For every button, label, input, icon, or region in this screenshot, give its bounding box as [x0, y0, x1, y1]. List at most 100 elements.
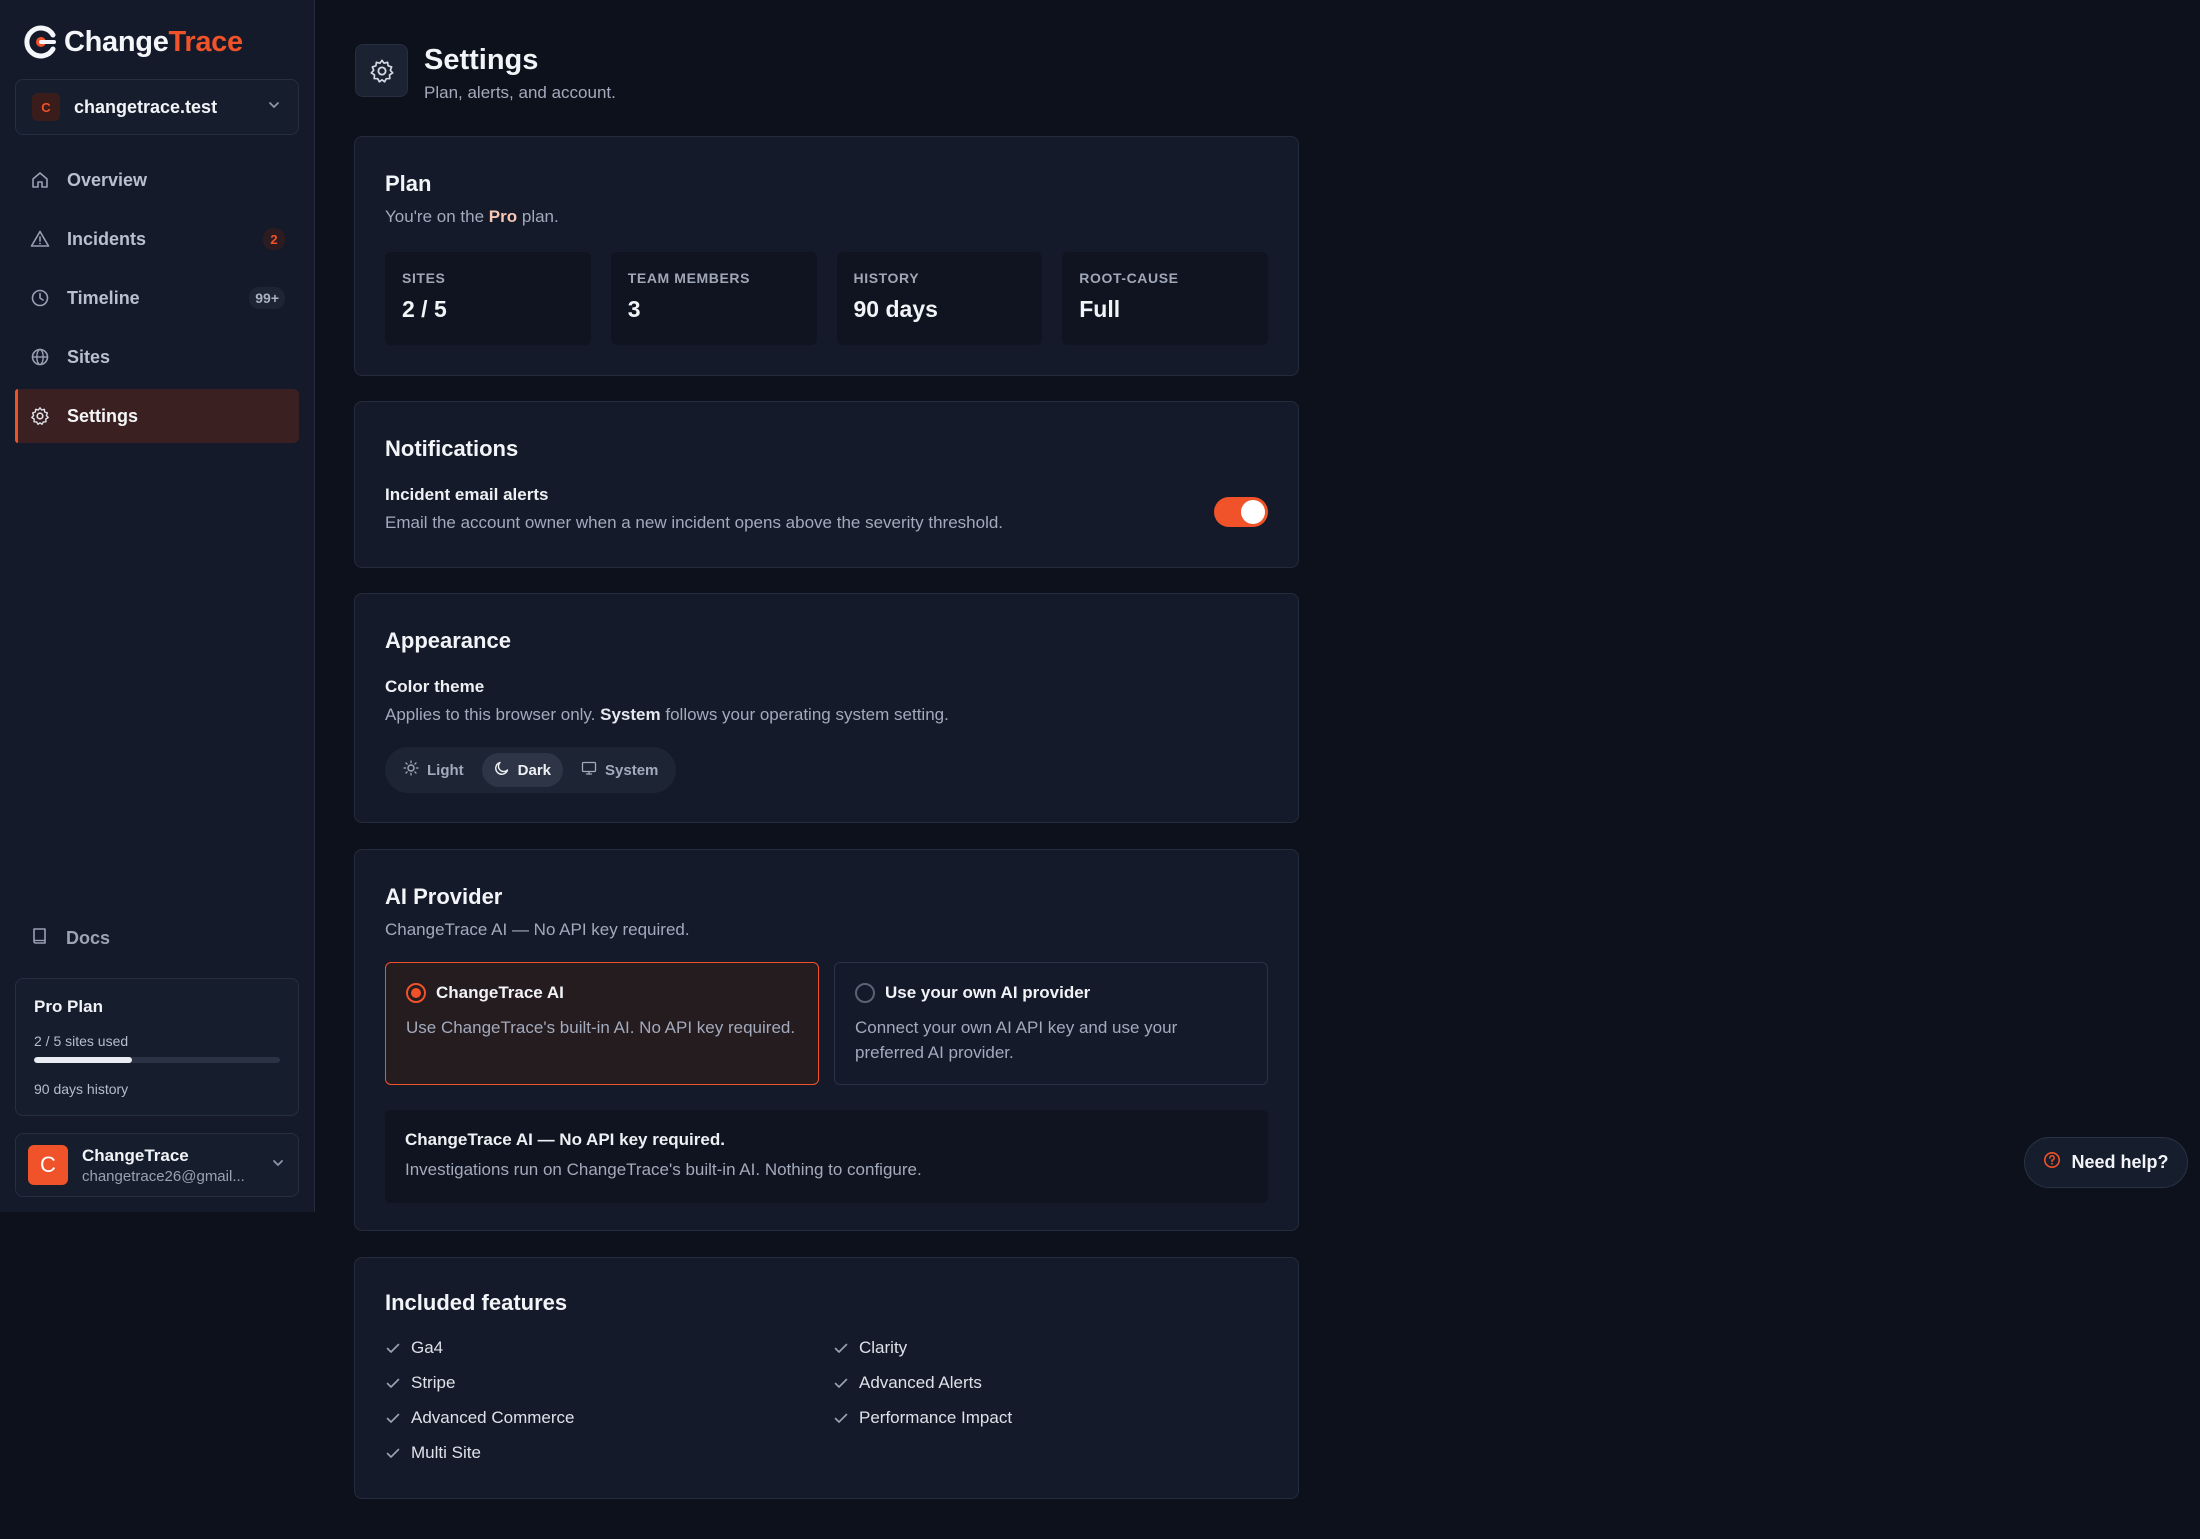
plan-sites-used: 2 / 5 sites used — [34, 1033, 129, 1049]
plan-card-title: Pro Plan — [34, 997, 103, 1016]
sun-icon — [403, 760, 419, 780]
color-theme-description: Applies to this browser only. System fol… — [385, 705, 949, 724]
gear-icon — [29, 405, 51, 427]
ai-provider-section: AI Provider ChangeTrace AI — No API key … — [354, 849, 1299, 1231]
home-icon — [29, 169, 51, 191]
check-icon — [833, 1410, 849, 1426]
check-icon — [385, 1445, 401, 1461]
sidebar-item-label: Settings — [67, 405, 139, 426]
changetrace-logo-icon — [24, 25, 58, 59]
sidebar-item-settings[interactable]: Settings — [15, 389, 299, 443]
stat-root-cause: ROOT-CAUSE Full — [1062, 252, 1268, 345]
stat-history: HISTORY 90 days — [836, 252, 1043, 345]
user-info: ChangeTrace changetrace26@gmail... — [82, 1146, 256, 1185]
alert-triangle-icon — [29, 228, 51, 250]
book-icon — [30, 926, 50, 951]
sidebar-item-sites[interactable]: Sites — [15, 330, 299, 384]
list-item: Advanced Alerts — [833, 1371, 1281, 1394]
plan-usage-card[interactable]: Pro Plan 2 / 5 sites used 90 days histor… — [15, 978, 299, 1116]
plan-subtitle: You're on the Pro plan. — [385, 207, 559, 226]
brand-logo[interactable]: ChangeTrace — [24, 24, 243, 60]
sidebar-item-label: Timeline — [67, 287, 140, 308]
workspace-avatar: C — [32, 93, 60, 121]
appearance-section: Appearance Color theme Applies to this b… — [354, 593, 1299, 823]
features-title: Included features — [385, 1290, 568, 1315]
color-theme-label: Color theme — [385, 677, 485, 696]
chevron-down-icon — [266, 97, 282, 118]
sidebar-item-label: Sites — [67, 346, 111, 367]
radio-selected[interactable] — [406, 983, 426, 1003]
email-alerts-label: Incident email alerts — [385, 485, 549, 504]
theme-system-button[interactable]: System — [569, 753, 670, 787]
check-icon — [833, 1375, 849, 1391]
user-name: ChangeTrace — [82, 1145, 189, 1165]
radio-unselected[interactable] — [855, 983, 875, 1003]
page-title: Settings — [424, 44, 539, 76]
sidebar-nav: Overview Incidents 2 Timeline 99+ Sites — [15, 153, 299, 448]
workspace-name: changetrace.test — [74, 96, 218, 117]
email-alerts-toggle[interactable] — [1214, 497, 1268, 527]
avatar: C — [28, 1145, 68, 1185]
brand-name: ChangeTrace — [64, 25, 243, 58]
theme-dark-button[interactable]: Dark — [481, 753, 564, 787]
chevron-down-icon — [270, 1155, 286, 1176]
ai-option-changetrace[interactable]: ChangeTrace AI Use ChangeTrace's built-i… — [385, 962, 819, 1085]
appearance-title: Appearance — [385, 628, 511, 653]
ai-info-title: ChangeTrace AI — No API key required. — [405, 1130, 725, 1149]
check-icon — [385, 1340, 401, 1356]
docs-label: Docs — [66, 928, 111, 948]
plan-history: 90 days history — [34, 1081, 129, 1097]
help-circle-icon — [2043, 1151, 2061, 1174]
check-icon — [385, 1375, 401, 1391]
timeline-count-badge: 99+ — [249, 287, 285, 309]
list-item: Clarity — [833, 1336, 1281, 1359]
globe-icon — [29, 346, 51, 368]
sidebar: ChangeTrace C changetrace.test Overview … — [0, 0, 315, 1212]
list-item: Multi Site — [385, 1441, 833, 1464]
list-item: Advanced Commerce — [385, 1406, 833, 1429]
sidebar-item-label: Overview — [67, 169, 148, 190]
page-header: Settings Plan, alerts, and account. — [355, 44, 616, 103]
user-menu[interactable]: C ChangeTrace changetrace26@gmail... — [15, 1133, 299, 1197]
email-alerts-description: Email the account owner when a new incid… — [385, 513, 1004, 532]
features-section: Included features Ga4 Clarity Stripe Adv… — [354, 1257, 1299, 1499]
notifications-title: Notifications — [385, 436, 519, 461]
stat-sites: SITES 2 / 5 — [385, 252, 591, 345]
list-item: Performance Impact — [833, 1406, 1281, 1429]
list-item: Stripe — [385, 1371, 833, 1394]
ai-option-description: Connect your own AI API key and use your… — [855, 1018, 1178, 1062]
stat-team-members: TEAM MEMBERS 3 — [610, 252, 817, 345]
plan-stats: SITES 2 / 5 TEAM MEMBERS 3 HISTORY 90 da… — [385, 252, 1268, 345]
need-help-label: Need help? — [2071, 1152, 2169, 1172]
clock-icon — [29, 287, 51, 309]
check-icon — [385, 1410, 401, 1426]
notifications-section: Notifications Incident email alerts Emai… — [354, 401, 1299, 568]
check-icon — [833, 1340, 849, 1356]
list-item: Ga4 — [385, 1336, 833, 1359]
ai-option-description: Use ChangeTrace's built-in AI. No API ke… — [406, 1018, 796, 1037]
incidents-count-badge: 2 — [263, 228, 285, 250]
workspace-switcher[interactable]: C changetrace.test — [15, 79, 299, 135]
ai-info-description: Investigations run on ChangeTrace's buil… — [405, 1160, 922, 1179]
ai-option-own-provider[interactable]: Use your own AI provider Connect your ow… — [834, 962, 1268, 1085]
need-help-button[interactable]: Need help? — [2024, 1137, 2188, 1188]
sidebar-item-timeline[interactable]: Timeline 99+ — [15, 271, 299, 325]
theme-light-button[interactable]: Light — [391, 753, 476, 787]
docs-link[interactable]: Docs — [30, 926, 110, 951]
ai-provider-info: ChangeTrace AI — No API key required. In… — [385, 1110, 1268, 1203]
moon-icon — [494, 760, 510, 780]
sidebar-item-overview[interactable]: Overview — [15, 153, 299, 207]
plan-section: Plan You're on the Pro plan. SITES 2 / 5… — [354, 136, 1299, 376]
plan-title: Plan — [385, 171, 432, 196]
ai-provider-subtitle: ChangeTrace AI — No API key required. — [385, 920, 690, 939]
sidebar-item-incidents[interactable]: Incidents 2 — [15, 212, 299, 266]
user-email: changetrace26@gmail... — [82, 1167, 245, 1185]
gear-icon — [355, 44, 408, 97]
plan-usage-fill — [34, 1057, 133, 1063]
ai-provider-options: ChangeTrace AI Use ChangeTrace's built-i… — [385, 962, 1268, 1085]
sidebar-item-label: Incidents — [67, 228, 147, 249]
monitor-icon — [581, 760, 597, 780]
ai-provider-title: AI Provider — [385, 884, 503, 909]
theme-switcher: Light Dark System — [385, 747, 677, 793]
features-list: Ga4 Clarity Stripe Advanced Alerts Advan… — [385, 1336, 1268, 1464]
